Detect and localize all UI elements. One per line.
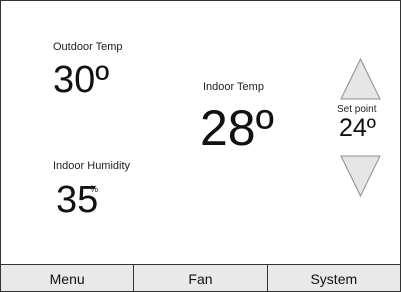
outdoor-temp-value: 30º xyxy=(53,59,110,101)
triangle-up-icon xyxy=(340,57,381,100)
humidity-unit: % xyxy=(90,184,99,194)
bottom-menu-bar: Menu Fan System xyxy=(1,264,400,291)
indoor-temp-label: Indoor Temp xyxy=(203,81,264,93)
indoor-temp-value: 28º xyxy=(200,100,274,156)
triangle-down-icon xyxy=(340,155,381,198)
indoor-humidity-label: Indoor Humidity xyxy=(53,160,131,172)
setpoint-decrease-button[interactable] xyxy=(340,155,381,198)
setpoint-increase-button[interactable] xyxy=(340,57,381,100)
thermostat-screen: Outdoor Temp 30º Indoor Temp 28º Indoor … xyxy=(0,0,401,292)
setpoint-value: 24º xyxy=(339,114,376,142)
menu-button[interactable]: Menu xyxy=(1,265,133,291)
outdoor-temp-label: Outdoor Temp xyxy=(53,41,123,53)
fan-button[interactable]: Fan xyxy=(133,265,266,291)
system-button[interactable]: System xyxy=(266,265,400,291)
